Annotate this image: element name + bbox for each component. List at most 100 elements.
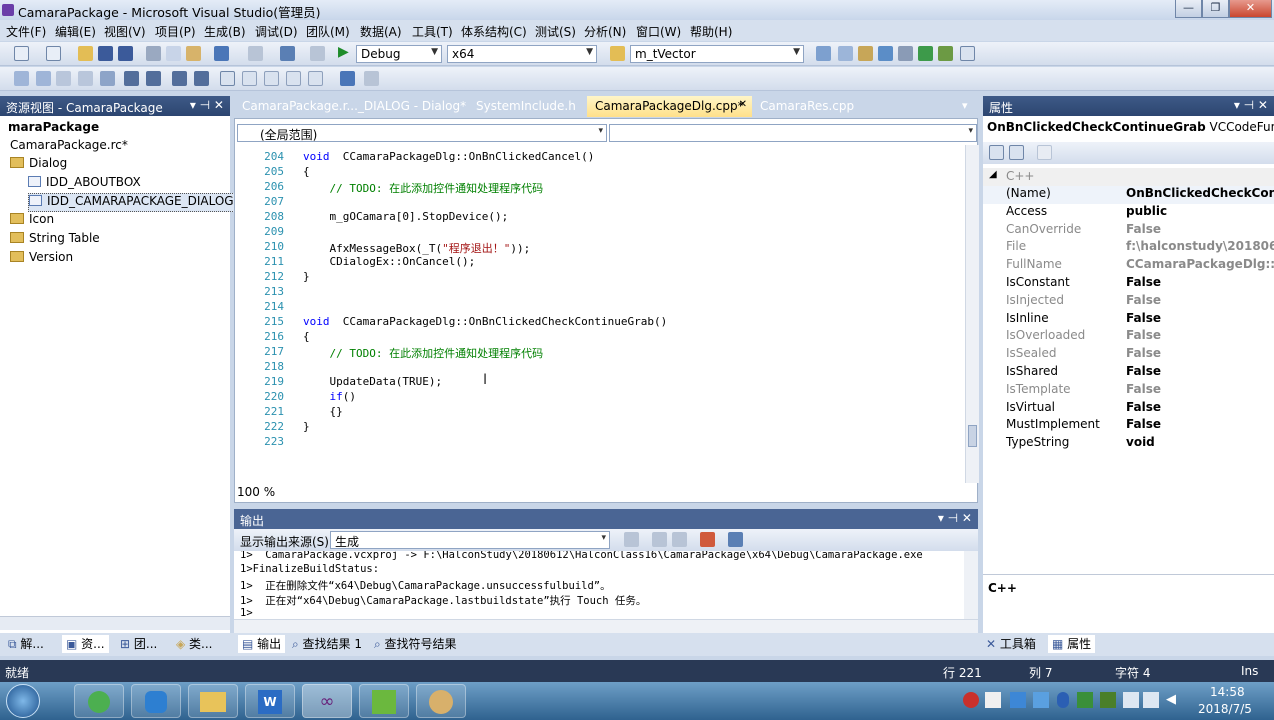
property-row[interactable]: IsSealed False: [983, 346, 1274, 364]
category-row[interactable]: ◢ C++: [983, 168, 1274, 186]
find-combo[interactable]: m_tVector ▼: [630, 45, 804, 63]
tree-item-version[interactable]: Version: [10, 250, 73, 269]
zoom-level[interactable]: 100 %: [237, 485, 275, 499]
tab-find-symbol-results[interactable]: ⌕ 查找符号结果: [374, 635, 457, 653]
object-browser-icon[interactable]: [858, 46, 873, 61]
property-row[interactable]: TypeString void: [983, 435, 1274, 453]
menu-debug[interactable]: 调试(D): [255, 23, 298, 40]
menu-help[interactable]: 帮助(H): [690, 23, 732, 40]
media-taskbar-icon[interactable]: [131, 684, 181, 718]
panel-controls[interactable]: ▾ ⊣ ✕: [938, 511, 972, 525]
copy-icon[interactable]: [166, 46, 181, 61]
menu-build[interactable]: 生成(B): [204, 23, 246, 40]
output-text[interactable]: 1> CamaraPackage.vcxproj -> F:\HalconStu…: [234, 551, 964, 619]
code-line[interactable]: CDialogEx::OnCancel();: [303, 255, 475, 268]
property-row[interactable]: IsInjected False: [983, 293, 1274, 311]
menu-edit[interactable]: 编辑(E): [55, 23, 96, 40]
code-line[interactable]: m_gOCamara[0].StopDevice();: [303, 210, 508, 223]
property-row[interactable]: CanOverride False: [983, 222, 1274, 240]
parameter-info-icon[interactable]: [36, 71, 51, 86]
property-row[interactable]: (Name) OnBnClickedCheckContin: [983, 186, 1274, 204]
tab-properties[interactable]: ▦ 属性: [1048, 635, 1096, 653]
save-all-icon[interactable]: [118, 46, 133, 61]
menu-team[interactable]: 团队(M): [306, 23, 350, 40]
add-item-icon[interactable]: [46, 46, 61, 61]
menu-view[interactable]: 视图(V): [104, 23, 146, 40]
output-source-select[interactable]: 生成 ▾: [330, 531, 610, 549]
tab-team-explorer[interactable]: ⊞ 团...: [120, 635, 157, 653]
toolbar-options-icon[interactable]: [364, 71, 379, 86]
code-line[interactable]: }: [303, 420, 310, 433]
code-line[interactable]: UpdateData(TRUE);: [303, 375, 442, 388]
categorized-icon[interactable]: [989, 145, 1004, 160]
tab-dlg-cpp[interactable]: CamaraPackageDlg.cpp* ✕: [587, 96, 752, 117]
minimize-button[interactable]: —: [1175, 0, 1202, 18]
display-word-icon[interactable]: [100, 71, 115, 86]
menu-project[interactable]: 项目(P): [155, 23, 196, 40]
property-row[interactable]: File f:\halconstudy\2018061: [983, 239, 1274, 257]
property-row[interactable]: MustImplement False: [983, 417, 1274, 435]
alphabetical-icon[interactable]: [1009, 145, 1024, 160]
uncomment-icon[interactable]: [194, 71, 209, 86]
tray-antivirus-icon[interactable]: [963, 692, 979, 708]
browser-taskbar-icon[interactable]: [74, 684, 124, 718]
tree-item-main-dialog[interactable]: IDD_CAMARAPACKAGE_DIALOG: [28, 193, 239, 212]
vertical-scrollbar[interactable]: [965, 145, 979, 483]
volume-icon[interactable]: ◀: [1166, 692, 1182, 708]
decrease-indent-icon[interactable]: [124, 71, 139, 86]
configuration-select[interactable]: Debug ▼: [356, 45, 442, 63]
property-row[interactable]: IsConstant False: [983, 275, 1274, 293]
tray-network-icon[interactable]: [1123, 692, 1139, 708]
app-taskbar-icon[interactable]: [359, 684, 409, 718]
property-row[interactable]: IsOverloaded False: [983, 328, 1274, 346]
property-row[interactable]: IsInline False: [983, 311, 1274, 329]
property-row[interactable]: IsVirtual False: [983, 400, 1274, 418]
member-list-icon[interactable]: [14, 71, 29, 86]
start-page-icon[interactable]: [918, 46, 933, 61]
tree-item-dialog[interactable]: Dialog: [10, 156, 67, 175]
tray-gpu-icon[interactable]: [1100, 692, 1116, 708]
scope-select[interactable]: (全局范围) ▾: [237, 124, 607, 142]
menu-file[interactable]: 文件(F): [6, 23, 46, 40]
tray-app-icon[interactable]: [1077, 692, 1093, 708]
tray-display-icon[interactable]: [1143, 692, 1159, 708]
tray-ime-icon[interactable]: [1010, 692, 1026, 708]
property-pages-icon[interactable]: [1037, 145, 1052, 160]
clear-all-icon[interactable]: [700, 532, 715, 547]
undo-icon[interactable]: [214, 46, 229, 61]
window-layout-icon[interactable]: [960, 46, 975, 61]
clear-bookmarks-icon[interactable]: [340, 71, 355, 86]
start-button[interactable]: [6, 684, 40, 718]
scroll-thumb[interactable]: [968, 425, 977, 447]
menu-analyze[interactable]: 分析(N): [584, 23, 626, 40]
word-wrap-icon[interactable]: [728, 532, 743, 547]
panel-controls[interactable]: ▾ ⊣ ✕: [190, 98, 224, 112]
redo-icon[interactable]: [248, 46, 263, 61]
object-selector[interactable]: OnBnClickedCheckContinueGrab VCCodeFunct…: [983, 120, 1274, 140]
tab-solution-explorer[interactable]: ⧉ 解...: [8, 635, 44, 653]
visual-studio-taskbar-icon[interactable]: ∞: [302, 684, 352, 718]
code-line[interactable]: {}: [303, 405, 342, 418]
menu-tools[interactable]: 工具(T): [412, 23, 453, 40]
code-line[interactable]: if(): [303, 390, 356, 403]
menu-test[interactable]: 测试(S): [535, 23, 576, 40]
cut-icon[interactable]: [146, 46, 161, 61]
paste-icon[interactable]: [186, 46, 201, 61]
code-line[interactable]: // TODO: 在此添加控件通知处理程序代码: [303, 180, 543, 196]
code-line[interactable]: void CCamaraPackageDlg::OnBnClickedCheck…: [303, 315, 667, 328]
platform-select[interactable]: x64 ▼: [447, 45, 597, 63]
clock-time[interactable]: 14:58: [1210, 685, 1245, 699]
tools-icon[interactable]: [898, 46, 913, 61]
comment-out-icon[interactable]: [172, 71, 187, 86]
tab-toolbox[interactable]: ✕ 工具箱: [986, 635, 1036, 653]
horizontal-scrollbar[interactable]: [0, 616, 230, 630]
code-lines[interactable]: 204 void CCamaraPackageDlg::OnBnClickedCa…: [236, 146, 961, 483]
code-line[interactable]: void CCamaraPackageDlg::OnBnClickedCance…: [303, 150, 594, 163]
tree-item-rc[interactable]: CamaraPackage.rc*: [10, 138, 128, 157]
tree-item-root[interactable]: maraPackage: [8, 120, 99, 139]
solution-explorer-icon[interactable]: [816, 46, 831, 61]
bookmark-icon[interactable]: [220, 71, 235, 86]
toolbox-icon[interactable]: [878, 46, 893, 61]
extension-manager-icon[interactable]: [938, 46, 953, 61]
navigate-back-icon[interactable]: [280, 46, 295, 61]
